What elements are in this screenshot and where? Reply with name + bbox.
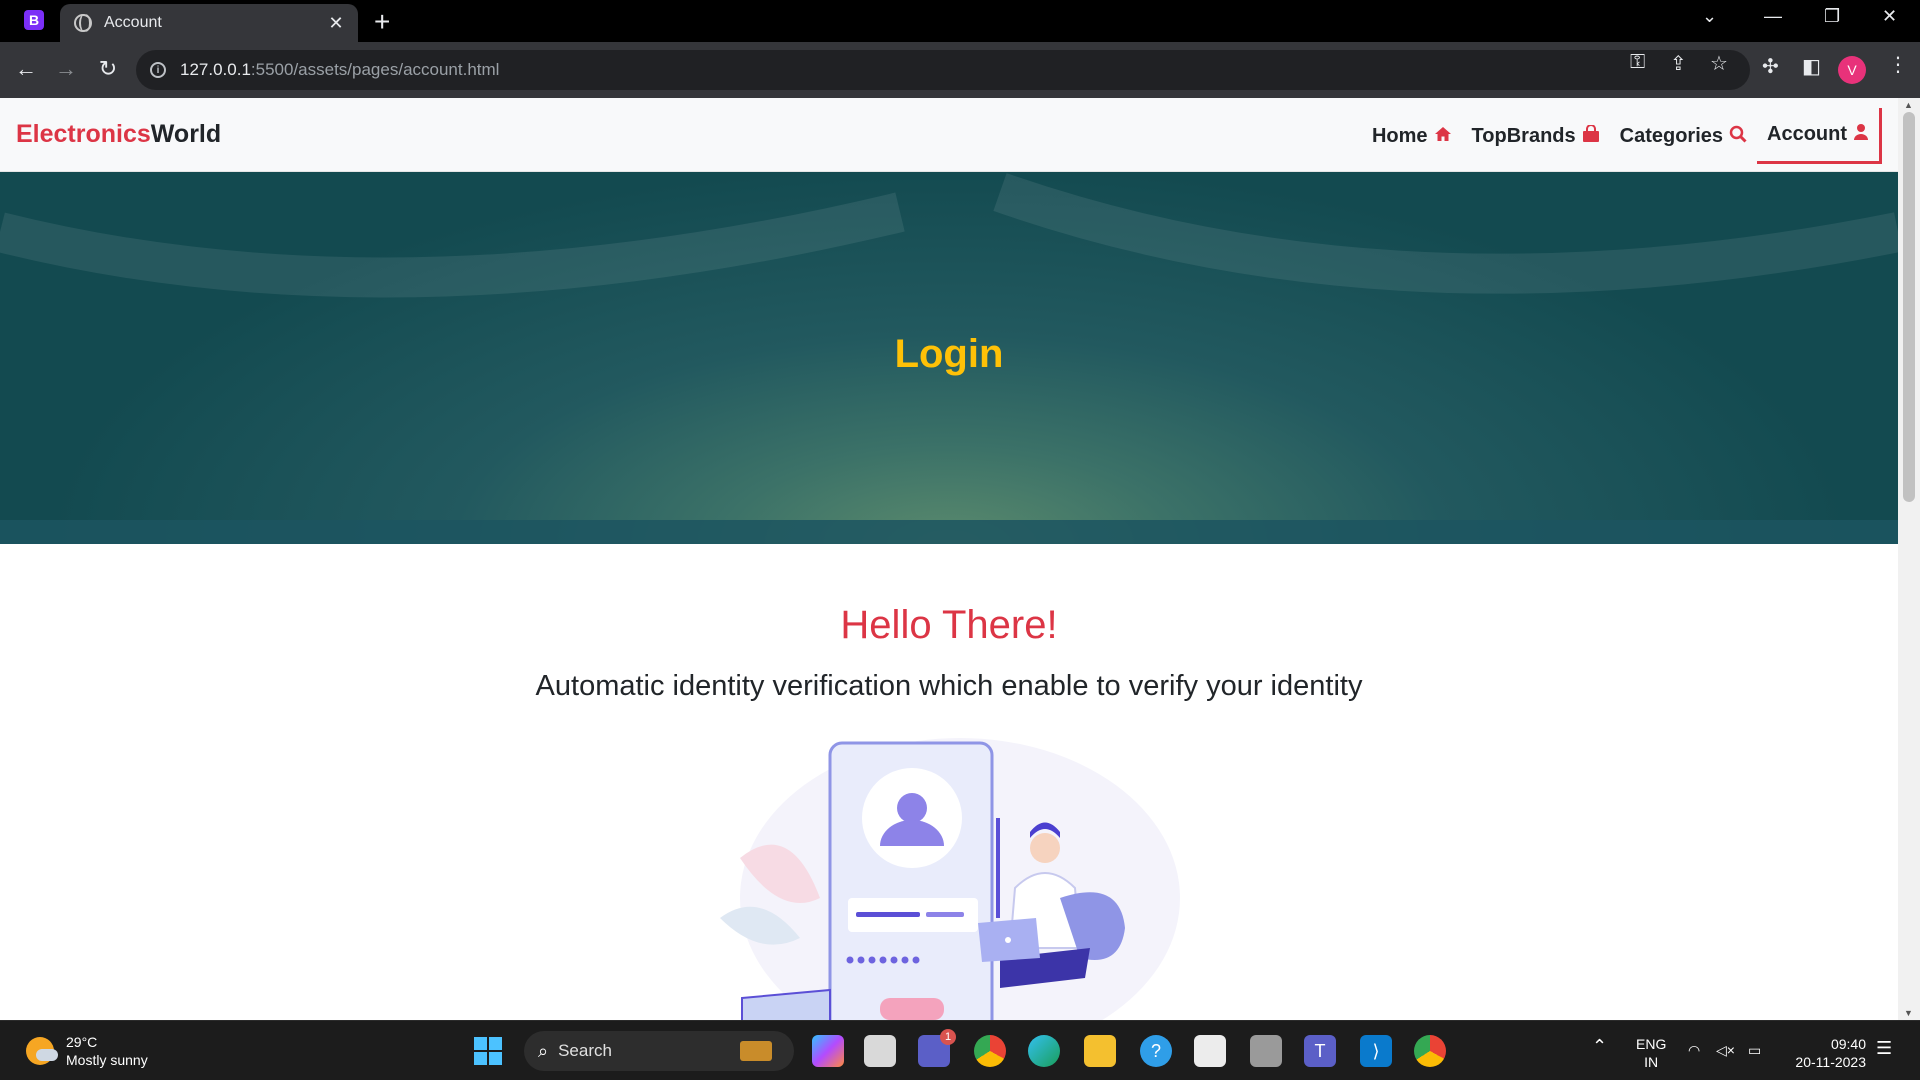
teams-chat-icon[interactable]: 1 xyxy=(918,1029,956,1067)
globe-icon xyxy=(74,14,92,32)
user-icon xyxy=(1853,123,1869,146)
language-indicator[interactable]: ENG IN xyxy=(1636,1035,1666,1071)
weather-widget[interactable]: 29°C Mostly sunny xyxy=(26,1033,148,1069)
forward-arrow-icon[interactable]: → xyxy=(52,56,80,82)
help-icon[interactable]: ? xyxy=(1140,1035,1172,1067)
tray-overflow-chevron-icon[interactable]: ⌃ xyxy=(1592,1037,1607,1055)
briefcase-icon xyxy=(740,1041,772,1061)
task-view-icon[interactable] xyxy=(864,1035,896,1067)
nav-account[interactable]: Account xyxy=(1757,108,1882,164)
search-icon xyxy=(1729,125,1747,148)
share-icon[interactable]: ⇪ xyxy=(1670,51,1687,76)
nav-links: Home TopBrands Categories Account xyxy=(1362,108,1882,164)
app-badge-icon[interactable]: B xyxy=(24,10,44,30)
side-panel-icon[interactable]: ◧ xyxy=(1802,54,1821,79)
new-tab-button[interactable]: + xyxy=(374,6,390,38)
edge-icon[interactable] xyxy=(1028,1035,1060,1067)
home-icon xyxy=(1434,126,1452,147)
site-navbar: ElectronicsWorld Home TopBrands Categori… xyxy=(0,98,1898,172)
identity-verification-illustration xyxy=(720,738,1180,1020)
nav-home-label: Home xyxy=(1371,124,1428,147)
chrome-profile-icon[interactable] xyxy=(1414,1035,1446,1067)
url-text[interactable]: 127.0.0.1:5500/assets/pages/account.html xyxy=(180,60,499,80)
scroll-down-arrow-icon[interactable]: ▼ xyxy=(1904,1008,1913,1018)
brand-part-world: World xyxy=(150,120,222,148)
tab-search-chevron-icon[interactable]: ⌄ xyxy=(1702,6,1717,27)
shopping-bag-icon xyxy=(1582,123,1600,148)
speaker-muted-icon[interactable]: ◁× xyxy=(1716,1041,1735,1059)
nav-account-label: Account xyxy=(1767,123,1847,145)
verification-tagline: Automatic identity verification which en… xyxy=(535,670,1363,702)
hero-title: Login xyxy=(894,332,1004,376)
site-brand[interactable]: ElectronicsWorld xyxy=(16,120,221,149)
scroll-up-arrow-icon[interactable]: ▲ xyxy=(1904,100,1913,110)
weather-condition: Mostly sunny xyxy=(66,1052,148,1068)
windows-start-icon[interactable] xyxy=(474,1037,502,1065)
partly-sunny-icon xyxy=(26,1037,58,1065)
scrollbar-thumb[interactable] xyxy=(1903,112,1915,502)
browser-tab-account[interactable]: Account ✕ xyxy=(60,4,358,42)
teams-icon[interactable]: T xyxy=(1304,1035,1336,1067)
microsoft-store-icon[interactable] xyxy=(1194,1035,1226,1067)
hello-heading: Hello There! xyxy=(840,603,1058,647)
extensions-puzzle-icon[interactable]: ✣ xyxy=(1762,54,1779,79)
restore-icon[interactable]: ❐ xyxy=(1824,6,1840,27)
windows-taskbar: 29°C Mostly sunny ⌕ Search 1 ? T ⟩ ⌃ ENG… xyxy=(0,1020,1920,1080)
notes-app-icon[interactable] xyxy=(1250,1035,1282,1067)
browser-toolbar: ← → ↻ i 127.0.0.1:5500/assets/pages/acco… xyxy=(0,42,1920,98)
battery-icon[interactable]: ▭ xyxy=(1748,1041,1761,1059)
clock[interactable]: 09:40 20-11-2023 xyxy=(1784,1035,1866,1071)
bookmark-star-icon[interactable]: ☆ xyxy=(1710,51,1728,76)
web-page: ElectronicsWorld Home TopBrands Categori… xyxy=(0,98,1898,1020)
wifi-icon[interactable]: ◠ xyxy=(1688,1041,1700,1059)
clock-time: 09:40 xyxy=(1830,1036,1866,1052)
weather-temperature: 29°C xyxy=(66,1034,98,1050)
language-code: ENG xyxy=(1636,1036,1667,1052)
minimize-icon[interactable]: — xyxy=(1764,6,1782,27)
brand-part-electronics: Electronics xyxy=(16,120,151,148)
chrome-icon[interactable] xyxy=(974,1035,1006,1067)
browser-tab-strip: B Account ✕ + ⌄ — ❐ ✕ xyxy=(0,0,1920,42)
teams-notification-badge: 1 xyxy=(940,1029,956,1045)
taskbar-search-box[interactable]: ⌕ Search xyxy=(524,1031,794,1071)
back-arrow-icon[interactable]: ← xyxy=(12,56,40,82)
site-info-icon[interactable]: i xyxy=(150,62,166,78)
nav-home[interactable]: Home xyxy=(1362,108,1462,164)
file-explorer-icon[interactable] xyxy=(1084,1035,1116,1067)
clock-date: 20-11-2023 xyxy=(1795,1054,1866,1070)
profile-avatar[interactable]: V xyxy=(1838,56,1866,84)
reload-icon[interactable]: ↻ xyxy=(94,56,122,82)
nav-topbrands[interactable]: TopBrands xyxy=(1462,108,1610,164)
vscode-icon[interactable]: ⟩ xyxy=(1360,1035,1392,1067)
tab-title: Account xyxy=(104,14,162,31)
magnifier-icon: ⌕ xyxy=(538,1040,549,1061)
nav-categories[interactable]: Categories xyxy=(1610,108,1757,164)
tab-close-icon[interactable]: ✕ xyxy=(326,13,346,34)
close-window-icon[interactable]: ✕ xyxy=(1882,6,1897,27)
region-code: IN xyxy=(1644,1054,1659,1070)
copilot-icon[interactable] xyxy=(812,1035,844,1067)
menu-kebab-icon[interactable]: ⋮ xyxy=(1888,52,1908,77)
address-bar[interactable]: i 127.0.0.1:5500/assets/pages/account.ht… xyxy=(136,50,1750,90)
hero-bottom-band xyxy=(0,520,1898,544)
nav-categories-label: Categories xyxy=(1619,124,1723,147)
login-hero-banner: Login xyxy=(0,172,1898,544)
page-scrollbar[interactable]: ▲ ▼ xyxy=(1898,98,1920,1020)
notifications-icon[interactable]: ☰ xyxy=(1876,1039,1892,1057)
key-icon[interactable]: ⚿ xyxy=(1630,51,1645,74)
nav-topbrands-label: TopBrands xyxy=(1471,124,1576,147)
taskbar-search-label: Search xyxy=(558,1041,612,1060)
